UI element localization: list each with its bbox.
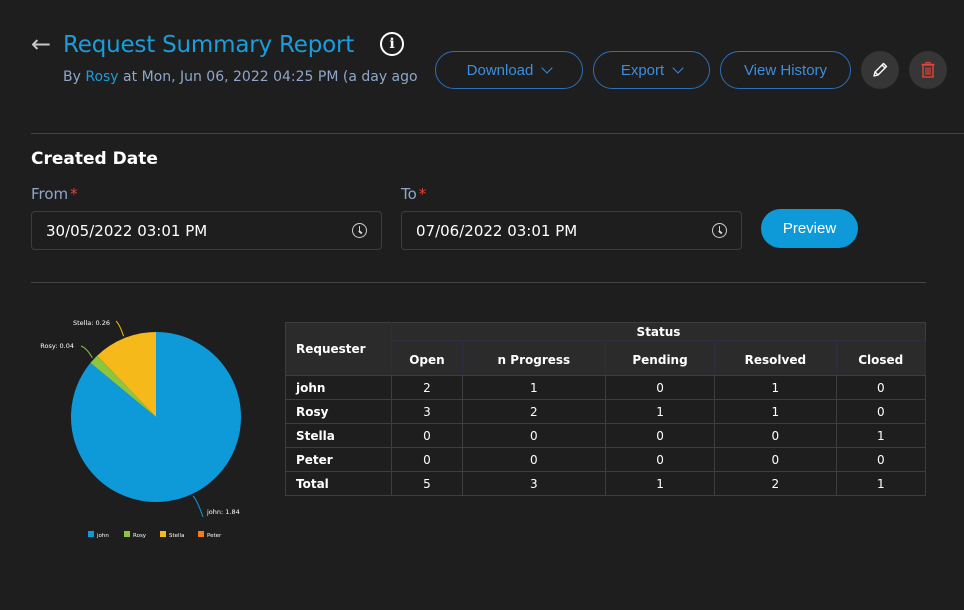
required-mark: * [70,185,78,203]
clock-icon[interactable] [352,223,367,238]
legend-item-peter[interactable]: Peter [198,531,222,539]
requester-name: Peter [285,447,392,472]
table-cell: 0 [391,423,463,448]
subtitle-timestamp: at Mon, Jun 06, 2022 04:25 PM (a day ago [118,69,418,85]
to-date-input[interactable]: 07/06/2022 03:01 PM [401,211,742,250]
to-label-text: To [401,185,417,203]
pie-chart-svg: john: 1.84 Rosy: 0.04 Stella: 0.26 john Rosy… [40,319,241,539]
table-cell: 0 [714,423,837,448]
legend-label: john [96,533,109,539]
requester-name: Rosy [285,399,392,424]
page-title: Request Summary Report [63,32,355,58]
chevron-down-icon [541,61,554,74]
legend-label: Stella [169,533,184,539]
table-cell: 0 [714,447,837,472]
table-cell: 0 [604,447,716,472]
download-label: Download [466,61,534,79]
requester-name: Total [285,471,392,496]
table-row: Rosy 3 2 1 1 0 [285,399,927,424]
clock-icon[interactable] [712,223,727,238]
chevron-down-icon [672,61,684,74]
export-label: Export [620,61,665,79]
header-divider [31,133,964,134]
preview-button[interactable]: Preview [761,209,858,248]
legend-label: Peter [207,533,222,539]
view-history-button[interactable]: View History [720,51,851,89]
report-subtitle: By Rosy at Mon, Jun 06, 2022 04:25 PM (a… [63,67,418,87]
subtitle-prefix: By [63,69,86,85]
column-header: Resolved [714,340,837,376]
legend-swatch [198,531,204,537]
total-row: Total 5 3 1 2 1 [285,471,927,496]
table-cell: 1 [714,375,837,400]
column-header: n Progress [461,340,606,376]
table-cell: 1 [461,375,606,400]
column-header: Pending [604,340,716,376]
legend-item-john[interactable]: john [88,531,109,539]
table-cell: 3 [461,471,606,496]
pie-data-label: Rosy: 0.04 [40,342,74,350]
table-cell: 1 [835,471,927,496]
pie-label-line [115,320,125,337]
trash-icon [921,61,935,78]
from-date-value: 30/05/2022 03:01 PM [46,221,208,240]
table-cell: 0 [835,375,927,400]
table-cell: 1 [835,423,927,448]
delete-button[interactable] [909,51,947,89]
to-label: To * [401,184,426,204]
table-cell: 2 [714,471,837,496]
info-circle-icon[interactable]: i [380,32,404,56]
filter-divider [31,282,926,283]
requester-header: Requester [285,322,392,376]
legend-item-stella[interactable]: Stella [160,531,184,539]
table-cell: 0 [461,423,606,448]
legend-swatch [88,531,94,537]
legend-label: Rosy [133,533,147,539]
required-mark: * [418,185,427,203]
pencil-icon [873,62,888,77]
from-label-text: From [31,185,69,203]
to-date-value: 07/06/2022 03:01 PM [416,221,578,240]
from-date-input[interactable]: 30/05/2022 03:01 PM [31,211,382,250]
summary-table: Requester Status Open n Progress Pending Re… [285,322,927,496]
table-cell: 1 [714,399,837,424]
pie-label-line [192,495,204,518]
table-cell: 2 [391,375,463,400]
pie-label-line [80,345,93,359]
section-title: Created Date [31,149,158,169]
legend-swatch [124,531,130,537]
table-cell: 1 [604,399,716,424]
table-cell: 2 [461,399,606,424]
legend-swatch [160,531,166,537]
download-button[interactable]: Download [435,51,583,89]
table-cell: 3 [391,399,463,424]
table-cell: 0 [461,447,606,472]
table-cell: 1 [604,471,716,496]
edit-button[interactable] [861,51,899,89]
status-group-header: Status [391,322,926,341]
table-cell: 0 [604,375,716,400]
table-cell: 0 [604,423,716,448]
table-body: john 2 1 0 1 0 Rosy 3 2 1 1 0 Stella 0 0 0 0 1 Peter 0 0 0 0 0 T… [285,375,927,496]
column-header: Closed [835,340,927,376]
requester-name: john [285,375,392,400]
pie-data-label: Stella: 0.26 [73,319,110,327]
pie-data-label: john: 1.84 [206,508,240,516]
requester-name: Stella [285,423,392,448]
column-header: Open [391,340,463,376]
export-button[interactable]: Export [593,51,710,89]
table-cell: 5 [391,471,463,496]
table-cell: 0 [835,447,927,472]
view-history-label: View History [743,61,828,79]
arrow-left-icon[interactable]: ← [31,30,51,58]
legend-item-rosy[interactable]: Rosy [124,531,147,539]
table-cell: 0 [391,447,463,472]
from-label: From * [31,184,78,204]
table-row: Peter 0 0 0 0 0 [285,447,927,472]
table-row: Stella 0 0 0 0 1 [285,423,927,448]
table-cell: 0 [835,399,927,424]
table-row: john 2 1 0 1 0 [285,375,927,400]
pie-chart: john: 1.84 Rosy: 0.04 Stella: 0.26 john Rosy… [20,300,280,550]
author-link[interactable]: Rosy [85,69,118,85]
